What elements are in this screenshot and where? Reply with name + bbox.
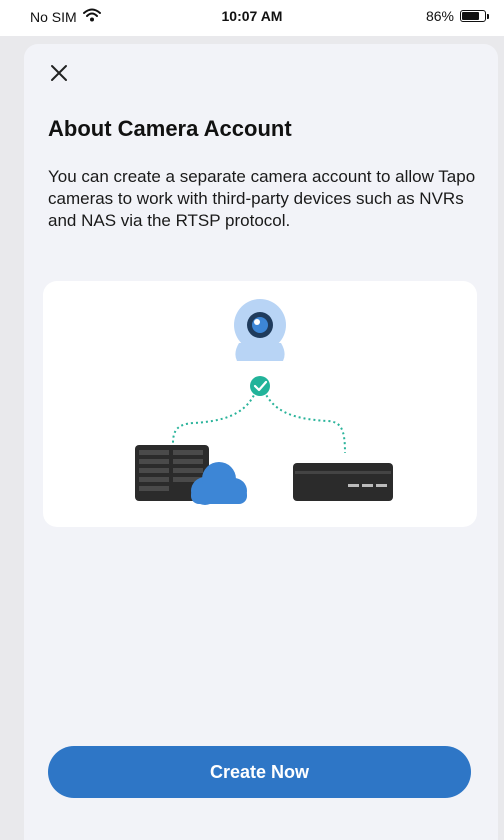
- battery-fill: [462, 12, 479, 20]
- battery-tip: [487, 14, 489, 19]
- camera-account-sheet: About Camera Account You can create a se…: [24, 44, 498, 840]
- status-bar: No SIM 10:07 AM 86%: [0, 0, 504, 36]
- connection-line-left: [172, 390, 257, 444]
- close-icon: [51, 65, 67, 81]
- create-now-button[interactable]: Create Now: [48, 746, 471, 798]
- nvr-icon: [293, 463, 393, 501]
- illustration-card: [43, 281, 477, 527]
- screen: No SIM 10:07 AM 86% About Camera Account…: [0, 0, 504, 840]
- page-title: About Camera Account: [48, 116, 292, 141]
- battery-percent: 86%: [425, 8, 454, 24]
- connection-line-right: [263, 390, 346, 454]
- check-icon: [250, 376, 270, 396]
- status-right: 86%: [425, 8, 489, 24]
- rtsp-illustration: [135, 299, 393, 505]
- close-button[interactable]: [44, 58, 74, 88]
- description-text: You can create a separate camera account…: [48, 167, 476, 230]
- camera-icon: [234, 299, 286, 361]
- battery-icon: [460, 10, 489, 22]
